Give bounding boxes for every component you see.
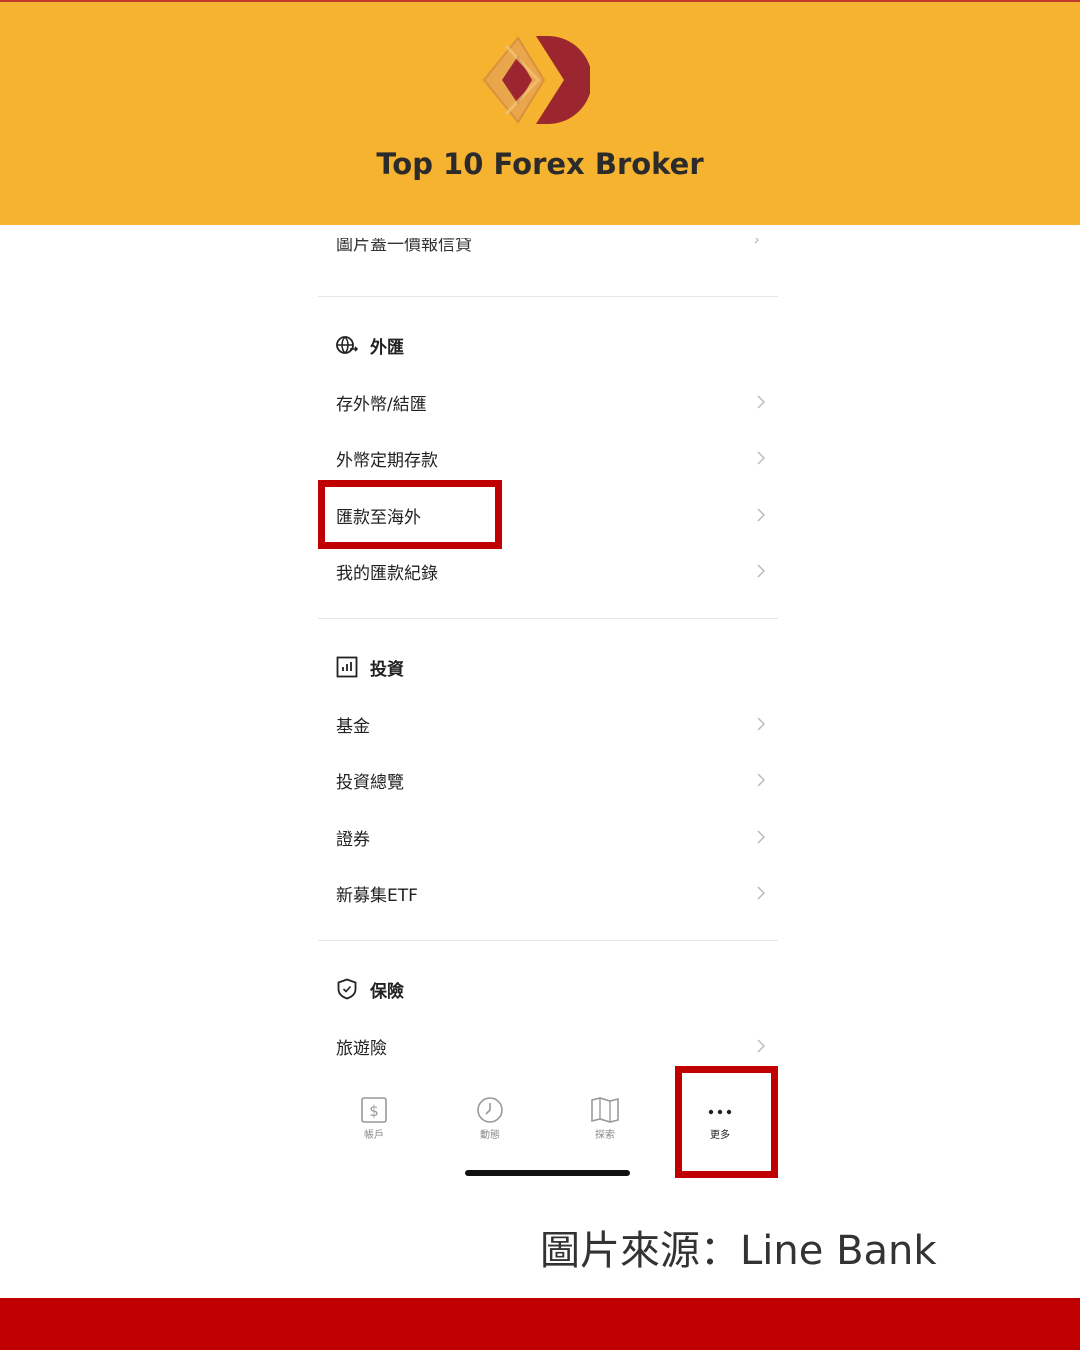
section-divider — [318, 618, 778, 619]
chevron-right-icon — [757, 886, 766, 900]
diamond-d-logo-icon — [482, 36, 590, 124]
section-title-forex: 外匯 — [336, 330, 404, 360]
brand-title: Top 10 Forex Broker — [376, 147, 704, 181]
clock-icon — [477, 1097, 503, 1123]
menu-item-label: 存外幣/結匯 — [336, 394, 427, 415]
dollar-card-icon: $ — [361, 1097, 387, 1123]
chevron-right-icon — [757, 717, 766, 731]
chart-box-icon — [336, 656, 358, 678]
shield-check-icon — [337, 978, 357, 1000]
menu-item-travel-insurance[interactable]: 旅遊險 — [336, 1026, 766, 1066]
map-icon — [591, 1097, 619, 1123]
menu-item-fx-deposit[interactable]: 存外幣/結匯 — [336, 382, 766, 422]
chevron-right-icon — [757, 508, 766, 522]
chevron-right-icon — [757, 564, 766, 578]
home-indicator — [465, 1170, 630, 1176]
cutoff-row-label: 圖片蓋一價報信貸 — [336, 238, 472, 255]
menu-item-label: 基金 — [336, 716, 370, 737]
tab-activity[interactable]: 動態 — [460, 1096, 520, 1146]
menu-item-funds[interactable]: 基金 — [336, 704, 766, 744]
section-divider — [318, 940, 778, 941]
tab-explore[interactable]: 探索 — [575, 1096, 635, 1146]
tab-label: 帳戶 — [364, 1130, 384, 1141]
section-title-investment: 投資 — [336, 652, 404, 682]
globe-exchange-icon — [336, 336, 358, 354]
section-title-label: 外匯 — [370, 337, 404, 358]
menu-item-investment-overview[interactable]: 投資總覽 — [336, 760, 766, 800]
chevron-right-icon — [757, 1039, 766, 1053]
brand-header: Top 10 Forex Broker — [0, 0, 1080, 225]
tab-label: 探索 — [595, 1130, 615, 1141]
section-title-label: 投資 — [370, 659, 404, 680]
menu-item-label: 我的匯款紀錄 — [336, 563, 438, 584]
menu-item-securities[interactable]: 證券 — [336, 817, 766, 857]
svg-text:$: $ — [369, 1102, 379, 1120]
section-title-insurance: 保險 — [336, 974, 404, 1004]
chevron-right-icon: › — [753, 238, 760, 250]
menu-item-label: 新募集ETF — [336, 885, 418, 906]
cutoff-menu-row[interactable]: 圖片蓋一價報信貸 › — [336, 238, 776, 258]
menu-item-label: 旅遊險 — [336, 1038, 387, 1059]
tab-account[interactable]: $ 帳戶 — [344, 1096, 404, 1146]
menu-item-label: 投資總覽 — [336, 772, 404, 793]
highlight-box-more-tab — [675, 1066, 778, 1178]
tab-label: 動態 — [480, 1130, 500, 1141]
footer-bar — [0, 1298, 1080, 1350]
section-title-label: 保險 — [370, 981, 404, 1002]
menu-item-remittance-records[interactable]: 我的匯款紀錄 — [336, 551, 766, 591]
section-divider — [318, 296, 778, 297]
chevron-right-icon — [757, 830, 766, 844]
chevron-right-icon — [757, 395, 766, 409]
menu-item-new-etf[interactable]: 新募集ETF — [336, 873, 766, 913]
source-caption: 圖片來源：Line Bank — [540, 1228, 937, 1274]
menu-item-label: 證券 — [336, 829, 370, 850]
chevron-right-icon — [757, 451, 766, 465]
chevron-right-icon — [757, 773, 766, 787]
highlight-box-remittance — [318, 480, 502, 549]
menu-item-label: 外幣定期存款 — [336, 450, 438, 471]
menu-item-fx-time-deposit[interactable]: 外幣定期存款 — [336, 438, 766, 478]
